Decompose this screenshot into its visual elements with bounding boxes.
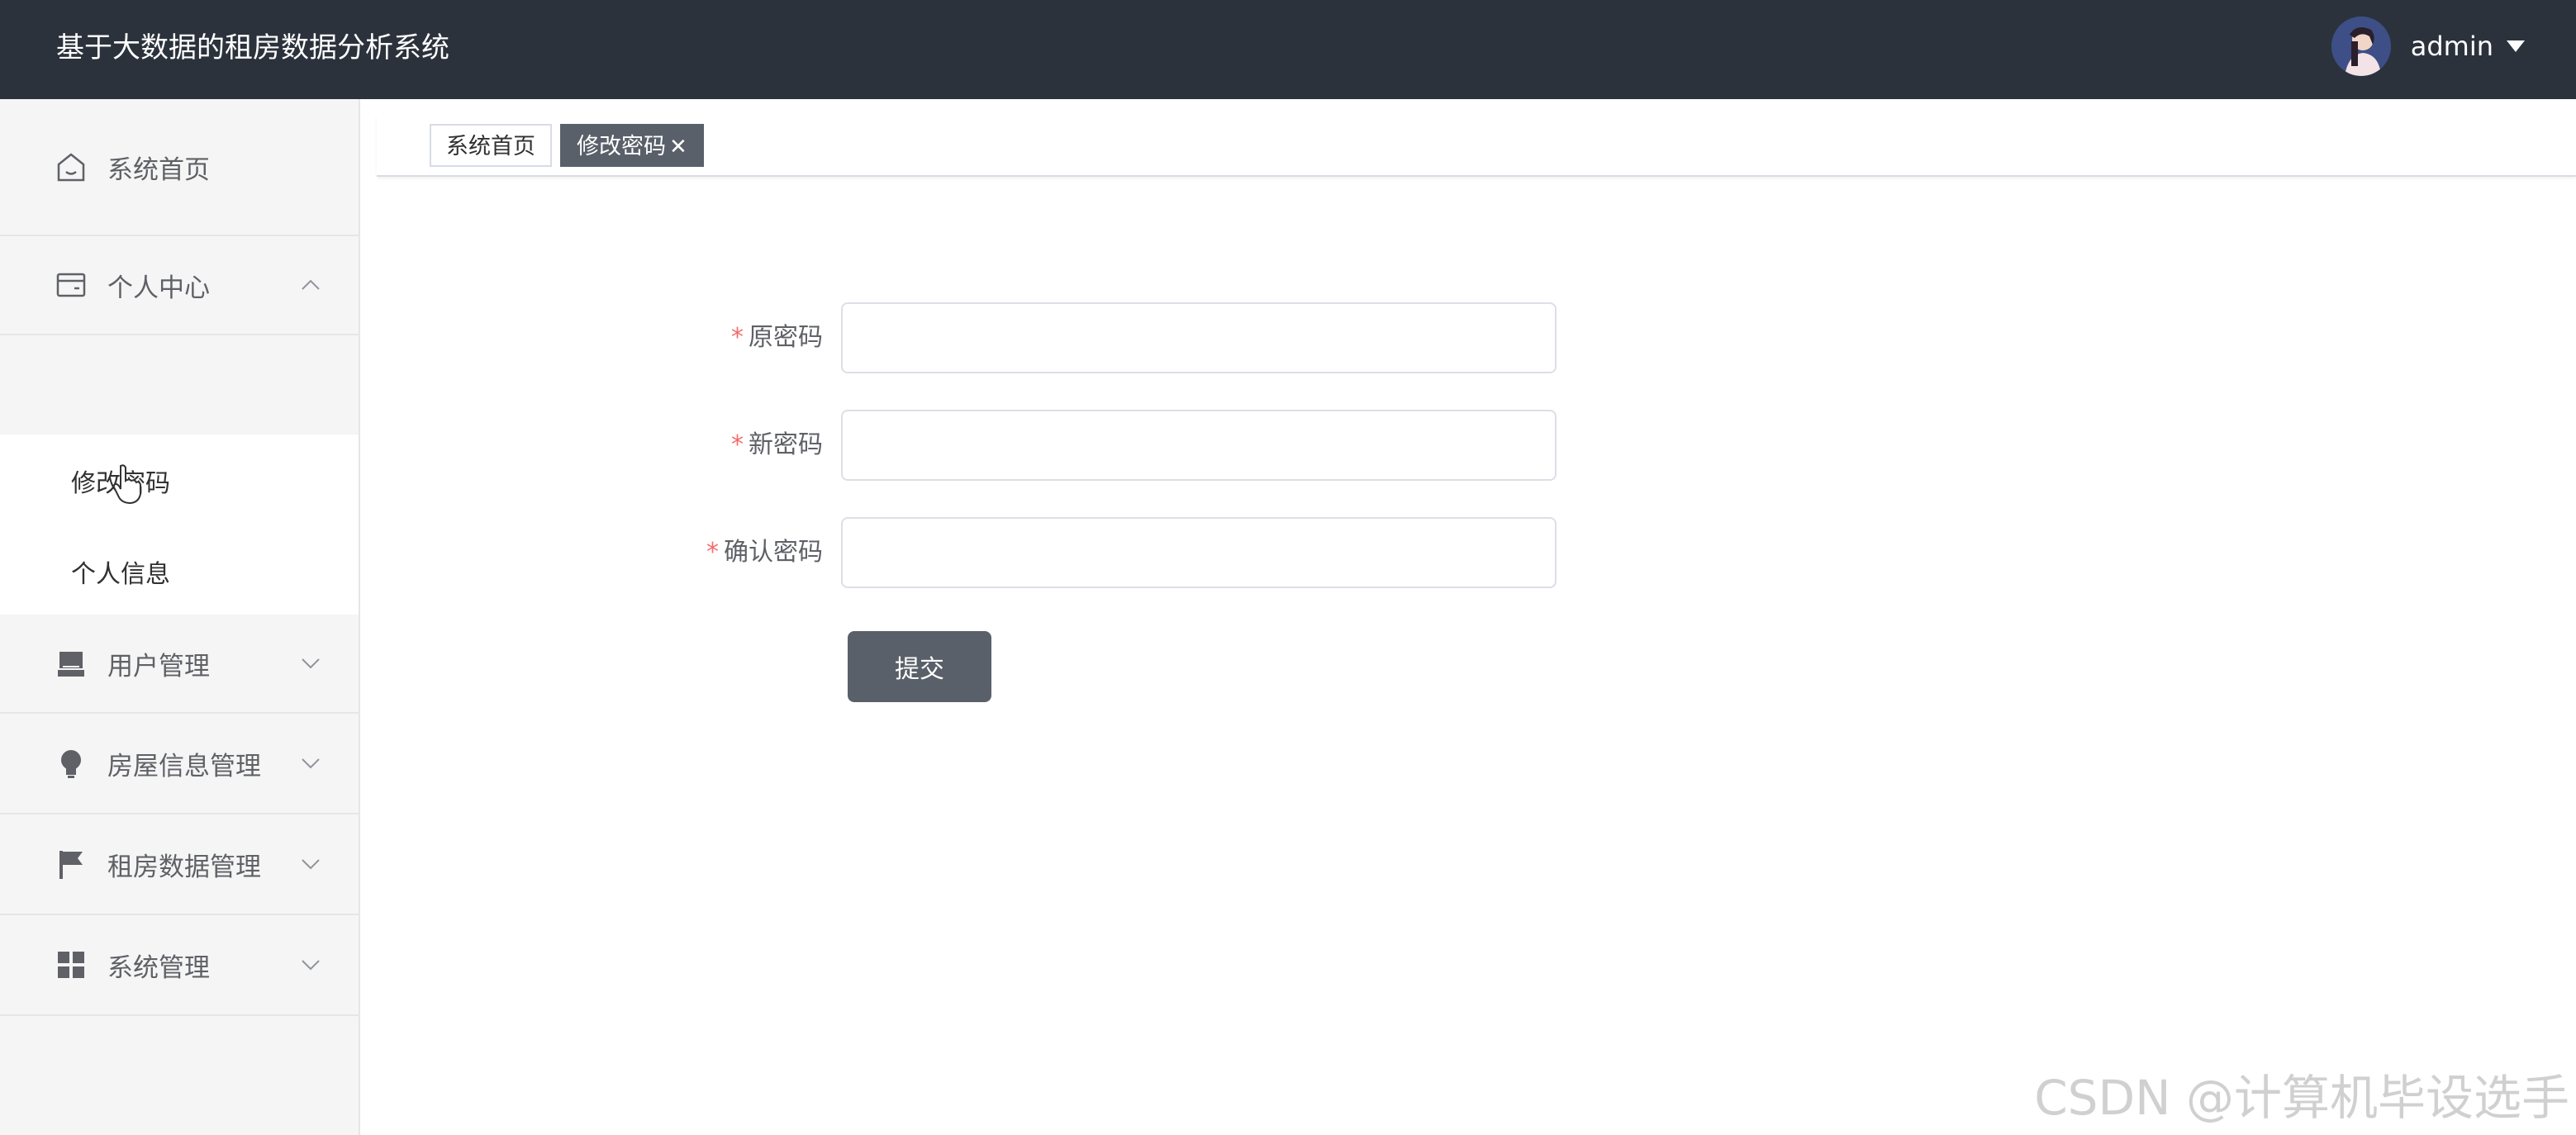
chevron-up-icon bbox=[302, 279, 320, 290]
sidebar: 系统首页 个人中心 修改密码 个人信息 用户管理 bbox=[0, 99, 360, 1135]
avatar-icon[interactable] bbox=[2331, 17, 2391, 76]
sidebar-item-personal-center[interactable]: 个人中心 bbox=[0, 236, 359, 335]
sidebar-item-home[interactable]: 系统首页 bbox=[0, 99, 359, 236]
wallet-icon bbox=[56, 273, 86, 297]
sidebar-item-label: 个人中心 bbox=[107, 273, 210, 303]
sidebar-subitem-change-password[interactable]: 修改密码 bbox=[0, 435, 359, 524]
new-password-input[interactable] bbox=[841, 410, 1557, 481]
sidebar-item-house-info-management[interactable]: 房屋信息管理 bbox=[0, 714, 359, 814]
chevron-down-icon bbox=[302, 658, 320, 669]
sidebar-item-system-management[interactable]: 系统管理 bbox=[0, 915, 359, 1016]
required-mark: * bbox=[706, 538, 719, 567]
submit-button[interactable]: 提交 bbox=[848, 631, 991, 702]
chevron-down-icon bbox=[302, 960, 320, 971]
field-label-text: 原密码 bbox=[749, 323, 823, 352]
sidebar-item-label: 系统首页 bbox=[107, 154, 210, 185]
field-label-text: 新密码 bbox=[749, 430, 823, 459]
sidebar-item-label: 房屋信息管理 bbox=[107, 751, 261, 781]
tag-home[interactable]: 系统首页 bbox=[430, 124, 552, 167]
form-row-old-password: * 原密码 bbox=[628, 302, 1557, 373]
sidebar-item-rental-data-management[interactable]: 租房数据管理 bbox=[0, 814, 359, 915]
chevron-down-icon bbox=[302, 758, 320, 769]
field-label-text: 确认密码 bbox=[724, 538, 823, 567]
grid-icon bbox=[58, 952, 84, 978]
old-password-input[interactable] bbox=[841, 302, 1557, 373]
sidebar-subitem-label: 个人信息 bbox=[71, 560, 170, 589]
sidebar-item-label: 系统管理 bbox=[107, 952, 210, 983]
submenu-personal-center: 修改密码 个人信息 bbox=[0, 435, 359, 615]
caret-down-icon[interactable] bbox=[2505, 38, 2526, 55]
required-mark: * bbox=[731, 430, 744, 459]
field-label: * 确认密码 bbox=[628, 517, 841, 588]
app-title: 基于大数据的租房数据分析系统 bbox=[56, 31, 449, 64]
field-label: * 原密码 bbox=[628, 302, 841, 373]
tag-change-password[interactable]: 修改密码 ✕ bbox=[560, 124, 704, 167]
hand-cursor-icon bbox=[112, 464, 141, 505]
field-label: * 新密码 bbox=[628, 410, 841, 481]
home-icon bbox=[57, 153, 85, 182]
sidebar-item-user-management[interactable]: 用户管理 bbox=[0, 615, 359, 714]
form-row-new-password: * 新密码 bbox=[628, 410, 1557, 481]
tags-view-bar: 系统首页 修改密码 ✕ bbox=[377, 116, 2576, 177]
sidebar-subitem-personal-info[interactable]: 个人信息 bbox=[0, 524, 359, 613]
sidebar-item-label: 用户管理 bbox=[107, 651, 210, 681]
user-menu[interactable]: admin bbox=[2331, 17, 2526, 76]
flag-icon bbox=[59, 851, 83, 879]
tag-label: 系统首页 bbox=[446, 134, 535, 159]
tag-label: 修改密码 bbox=[577, 134, 666, 159]
bulb-icon bbox=[61, 750, 81, 778]
close-icon[interactable]: ✕ bbox=[669, 135, 687, 159]
sidebar-item-label: 租房数据管理 bbox=[107, 852, 261, 882]
confirm-password-input[interactable] bbox=[841, 517, 1557, 588]
top-header: 基于大数据的租房数据分析系统 admin bbox=[0, 0, 2576, 99]
form-row-confirm-password: * 确认密码 bbox=[628, 517, 1557, 588]
chevron-down-icon bbox=[302, 859, 320, 870]
watermark: CSDN @计算机毕设选手 bbox=[2034, 1070, 2569, 1126]
username[interactable]: admin bbox=[2411, 31, 2493, 62]
inbox-icon bbox=[58, 652, 84, 677]
required-mark: * bbox=[731, 323, 744, 352]
